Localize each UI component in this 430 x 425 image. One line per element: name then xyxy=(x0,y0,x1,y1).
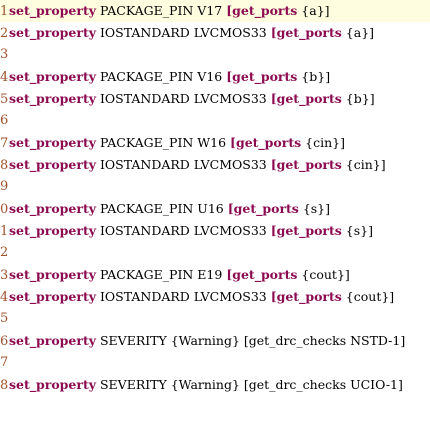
line-code: set_property PACKAGE_PIN E19 [get_ports … xyxy=(9,264,350,286)
keyword-token: [get_ports xyxy=(270,157,342,172)
code-line[interactable]: 7set_property PACKAGE_PIN W16 [get_ports… xyxy=(0,132,430,154)
keyword-token: set_property xyxy=(9,377,96,392)
code-line[interactable]: 8set_property SEVERITY {Warning} [get_dr… xyxy=(0,374,430,396)
text-token: PACKAGE_PIN V17 xyxy=(96,3,227,18)
keyword-token: set_property xyxy=(9,91,96,106)
text-token: {cin}] xyxy=(341,157,386,172)
code-line[interactable]: 1set_property PACKAGE_PIN V17 [get_ports… xyxy=(0,0,430,22)
text-token: PACKAGE_PIN W16 xyxy=(96,135,231,150)
text-token: {b}] xyxy=(341,91,375,106)
code-line[interactable]: 8set_property IOSTANDARD LVCMOS33 [get_p… xyxy=(0,154,430,176)
text-token: {a}] xyxy=(341,25,375,40)
keyword-token: [get_ports xyxy=(270,25,342,40)
keyword-token: set_property xyxy=(9,25,96,40)
text-token: SEVERITY {Warning} [get_drc_checks UCIO-… xyxy=(96,377,403,392)
line-code: set_property IOSTANDARD LVCMOS33 [get_po… xyxy=(9,154,386,176)
line-number: 0 xyxy=(0,202,9,217)
line-code: set_property PACKAGE_PIN V17 [get_ports … xyxy=(9,0,330,22)
code-line[interactable]: 9 xyxy=(0,176,430,198)
text-token: {cin}] xyxy=(301,135,345,150)
keyword-token: [get_ports xyxy=(226,3,298,18)
code-line[interactable]: 3 xyxy=(0,44,430,66)
line-code: set_property IOSTANDARD LVCMOS33 [get_po… xyxy=(9,88,375,110)
code-line[interactable]: 5 xyxy=(0,308,430,330)
text-token: {cout}] xyxy=(341,289,395,304)
keyword-token: set_property xyxy=(9,223,96,238)
code-line[interactable]: 6set_property SEVERITY {Warning} [get_dr… xyxy=(0,330,430,352)
text-token: PACKAGE_PIN V16 xyxy=(96,69,227,84)
code-line[interactable]: 0set_property PACKAGE_PIN U16 [get_ports… xyxy=(0,198,430,220)
line-number: 8 xyxy=(0,158,9,173)
line-number: 3 xyxy=(0,47,9,62)
line-number: 6 xyxy=(0,113,9,128)
line-code: set_property PACKAGE_PIN V16 [get_ports … xyxy=(9,66,330,88)
line-number: 1 xyxy=(0,224,9,239)
line-number: 1 xyxy=(0,4,9,19)
text-token: IOSTANDARD LVCMOS33 xyxy=(96,157,271,172)
text-token: IOSTANDARD LVCMOS33 xyxy=(96,223,271,238)
line-number: 6 xyxy=(0,334,9,349)
code-line[interactable]: 5set_property IOSTANDARD LVCMOS33 [get_p… xyxy=(0,88,430,110)
keyword-token: set_property xyxy=(9,157,96,172)
code-line[interactable]: 7 xyxy=(0,352,430,374)
line-number: 8 xyxy=(0,378,9,393)
line-code: set_property PACKAGE_PIN U16 [get_ports … xyxy=(9,198,330,220)
text-token: {b}] xyxy=(297,69,331,84)
line-code: set_property IOSTANDARD LVCMOS33 [get_po… xyxy=(9,286,394,308)
text-token: {s}] xyxy=(341,223,373,238)
line-number: 4 xyxy=(0,290,9,305)
keyword-token: [get_ports xyxy=(230,135,302,150)
line-number: 4 xyxy=(0,70,9,85)
text-token: PACKAGE_PIN E19 xyxy=(96,267,227,282)
line-code: set_property IOSTANDARD LVCMOS33 [get_po… xyxy=(9,220,373,242)
keyword-token: [get_ports xyxy=(270,91,342,106)
code-line[interactable]: 2 xyxy=(0,242,430,264)
keyword-token: [get_ports xyxy=(226,69,298,84)
keyword-token: set_property xyxy=(9,267,96,282)
code-line[interactable]: 6 xyxy=(0,110,430,132)
text-token: SEVERITY {Warning} [get_drc_checks NSTD-… xyxy=(96,333,406,348)
keyword-token: set_property xyxy=(9,69,96,84)
text-token: {a}] xyxy=(297,3,330,18)
text-token: IOSTANDARD LVCMOS33 xyxy=(96,91,271,106)
code-editor[interactable]: 1set_property PACKAGE_PIN V17 [get_ports… xyxy=(0,0,430,425)
keyword-token: [get_ports xyxy=(270,289,342,304)
text-token: IOSTANDARD LVCMOS33 xyxy=(96,289,271,304)
keyword-token: set_property xyxy=(9,3,96,18)
keyword-token: set_property xyxy=(9,201,96,216)
line-number: 3 xyxy=(0,268,9,283)
keyword-token: [get_ports xyxy=(270,223,342,238)
line-number: 5 xyxy=(0,92,9,107)
line-code: set_property PACKAGE_PIN W16 [get_ports … xyxy=(9,132,345,154)
text-token: {cout}] xyxy=(297,267,350,282)
keyword-token: [get_ports xyxy=(226,267,298,282)
line-code: set_property SEVERITY {Warning} [get_drc… xyxy=(9,374,403,396)
text-token: IOSTANDARD LVCMOS33 xyxy=(96,25,271,40)
line-number: 7 xyxy=(0,136,9,151)
code-line[interactable]: 1set_property IOSTANDARD LVCMOS33 [get_p… xyxy=(0,220,430,242)
line-number: 7 xyxy=(0,355,9,370)
code-line[interactable]: 4set_property PACKAGE_PIN V16 [get_ports… xyxy=(0,66,430,88)
text-token: PACKAGE_PIN U16 xyxy=(96,201,228,216)
line-number: 5 xyxy=(0,311,9,326)
keyword-token: [get_ports xyxy=(227,201,299,216)
keyword-token: set_property xyxy=(9,135,96,150)
line-code: set_property IOSTANDARD LVCMOS33 [get_po… xyxy=(9,22,374,44)
line-number: 9 xyxy=(0,179,9,194)
keyword-token: set_property xyxy=(9,333,96,348)
keyword-token: set_property xyxy=(9,289,96,304)
line-number: 2 xyxy=(0,26,9,41)
line-number: 2 xyxy=(0,245,9,260)
line-code: set_property SEVERITY {Warning} [get_drc… xyxy=(9,330,405,352)
code-line[interactable]: 3set_property PACKAGE_PIN E19 [get_ports… xyxy=(0,264,430,286)
code-line[interactable]: 4set_property IOSTANDARD LVCMOS33 [get_p… xyxy=(0,286,430,308)
text-token: {s}] xyxy=(298,201,331,216)
code-line[interactable]: 2set_property IOSTANDARD LVCMOS33 [get_p… xyxy=(0,22,430,44)
